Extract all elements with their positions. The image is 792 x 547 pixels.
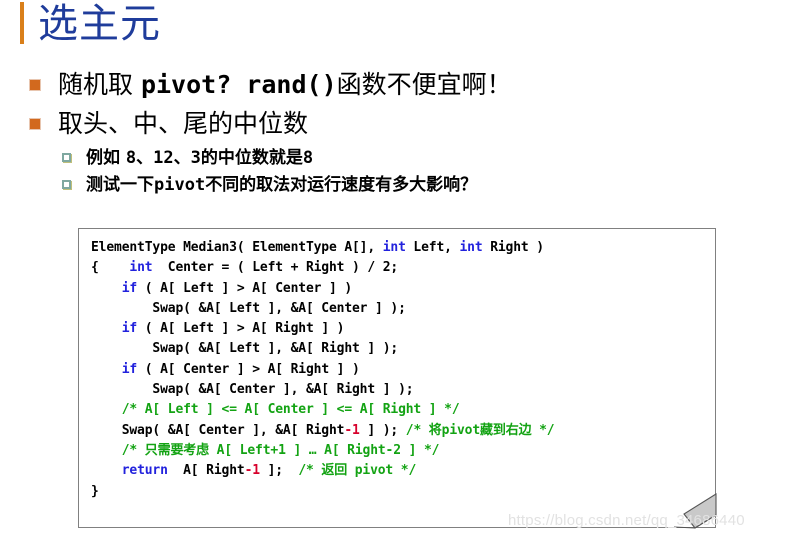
text-token: 不同的取法对运行速度有多大影响？ (205, 175, 478, 195)
code-token-num: -1 (244, 463, 261, 479)
code-token-pl: { (91, 260, 130, 276)
code-token-cm: /* 只需要考虑 A[ Left+1 ] … A[ Right-2 ] */ (121, 442, 440, 458)
code-line: { int Center = ( Left + Right ) / 2; (91, 258, 554, 278)
code-token-cm: /* 返回 pivot */ (298, 463, 417, 479)
code-line: Swap( &A[ Center ], &A[ Right ] ); (91, 380, 554, 400)
text-token: 随机取 (58, 70, 141, 99)
text-token: 、 (173, 148, 191, 168)
code-line: ElementType Median3( ElementType A[], in… (91, 238, 554, 258)
code-token-kw: int (459, 240, 483, 255)
text-token: 函数不便宜啊！ (336, 70, 512, 99)
code-token: pivot? rand() (140, 70, 337, 99)
code-token-pl: Swap( &A[ Left ], &A[ Right ] ); (91, 341, 399, 357)
code-token-pl: Right ) (482, 240, 544, 255)
code-token-pl: ( A[ Left ] > A[ Right ] ) (137, 321, 345, 337)
bullet-text: 随机取 pivot? rand()函数不便宜啊！ (58, 68, 512, 101)
bullet-item: 随机取 pivot? rand()函数不便宜啊！ (30, 68, 770, 101)
title-accent-bar (20, 2, 24, 44)
text-token: 测试一下 (86, 175, 154, 195)
csdn-watermark: https://blog.csdn.net/qq_34686440 (508, 512, 745, 529)
text-token: 例如 (86, 148, 126, 168)
filled-square-bullet-icon (30, 119, 40, 129)
code-token: 8 (125, 148, 137, 168)
code-token-pl: Swap( &A[ Center ], &A[ Right (91, 422, 345, 438)
text-token: 、 (136, 148, 154, 168)
code-token-cm: /* A[ Left ] <= A[ Center ] <= A[ Right … (121, 402, 460, 418)
bullet-list: 随机取 pivot? rand()函数不便宜啊！ 取头、中、尾的中位数 例如 8、1… (30, 68, 770, 200)
code-token-pl: ( A[ Center ] > A[ Right ] ) (137, 361, 360, 377)
page-title: 选主元 (38, 1, 161, 47)
code-token-kw: if (121, 280, 138, 296)
code-block-panel: ElementType Median3( ElementType A[], in… (78, 228, 717, 529)
code-line: Swap( &A[ Center ], &A[ Right-1 ] ); /* … (91, 421, 555, 441)
code-line: /* 只需要考虑 A[ Left+1 ] … A[ Right-2 ] */ (91, 441, 554, 461)
code-token-kw: return (121, 463, 168, 479)
code-line: /* A[ Left ] <= A[ Center ] <= A[ Right … (91, 400, 554, 420)
code-token-pl: A[ Right (167, 463, 245, 479)
code-token-pl: ] ); (359, 422, 406, 438)
code-token-kw: if (121, 361, 138, 377)
hollow-square-bullet-icon (62, 153, 71, 162)
filled-square-bullet-icon (30, 80, 40, 90)
bullet-item: 测试一下pivot不同的取法对运行速度有多大影响？ (62, 173, 770, 197)
code-token-num: -1 (344, 422, 360, 438)
code-line: return A[ Right-1 ]; /* 返回 pivot */ (91, 461, 554, 481)
code-line: Swap( &A[ Left ], &A[ Center ] ); (91, 299, 554, 319)
code-line: if ( A[ Left ] > A[ Right ] ) (91, 319, 554, 339)
code-line: if ( A[ Left ] > A[ Center ] ) (91, 279, 554, 299)
code-token: 8 (302, 148, 314, 168)
bullet-item: 取头、中、尾的中位数 (30, 107, 770, 140)
slide-title-block: 选主元 (20, 2, 161, 48)
code-token-pl: Center = ( Left + Right ) / 2; (152, 260, 399, 276)
code-token-pl: ]; (259, 463, 299, 479)
code-listing: ElementType Median3( ElementType A[], in… (91, 238, 555, 502)
code-line: } (91, 482, 554, 502)
text-token: 的中位数就是 (200, 148, 303, 168)
code-token-pl: Left, (405, 240, 460, 255)
bullet-text: 例如 8、12、3的中位数就是8 (86, 146, 313, 170)
hollow-square-bullet-icon (62, 180, 71, 189)
bullet-item: 例如 8、12、3的中位数就是8 (62, 146, 770, 170)
code-token-pl: Swap( &A[ Center ], &A[ Right ] ); (91, 382, 414, 398)
bullet-text: 取头、中、尾的中位数 (58, 107, 308, 140)
text-token: 取头、中、尾的中位数 (58, 109, 309, 138)
code-token: 12 (153, 148, 174, 168)
code-token-kw: int (382, 240, 406, 255)
code-line: Swap( &A[ Left ], &A[ Right ] ); (91, 339, 554, 359)
code-token: pivot (154, 175, 206, 195)
code-token-kw: if (121, 321, 138, 337)
code-token-pl: ( A[ Left ] > A[ Center ] ) (137, 280, 353, 296)
code-line: if ( A[ Center ] > A[ Right ] ) (91, 360, 554, 380)
code-token-kw: int (129, 260, 153, 276)
bullet-text: 测试一下pivot不同的取法对运行速度有多大影响？ (86, 173, 477, 197)
code-token-pl: ElementType Median3( ElementType A[], (91, 240, 383, 255)
code-token: 3 (190, 148, 201, 168)
code-token-cm: /* 将pivot藏到右边 */ (405, 422, 555, 438)
code-token-pl: } (91, 483, 99, 499)
code-token-pl: Swap( &A[ Left ], &A[ Center ] ); (91, 300, 406, 316)
